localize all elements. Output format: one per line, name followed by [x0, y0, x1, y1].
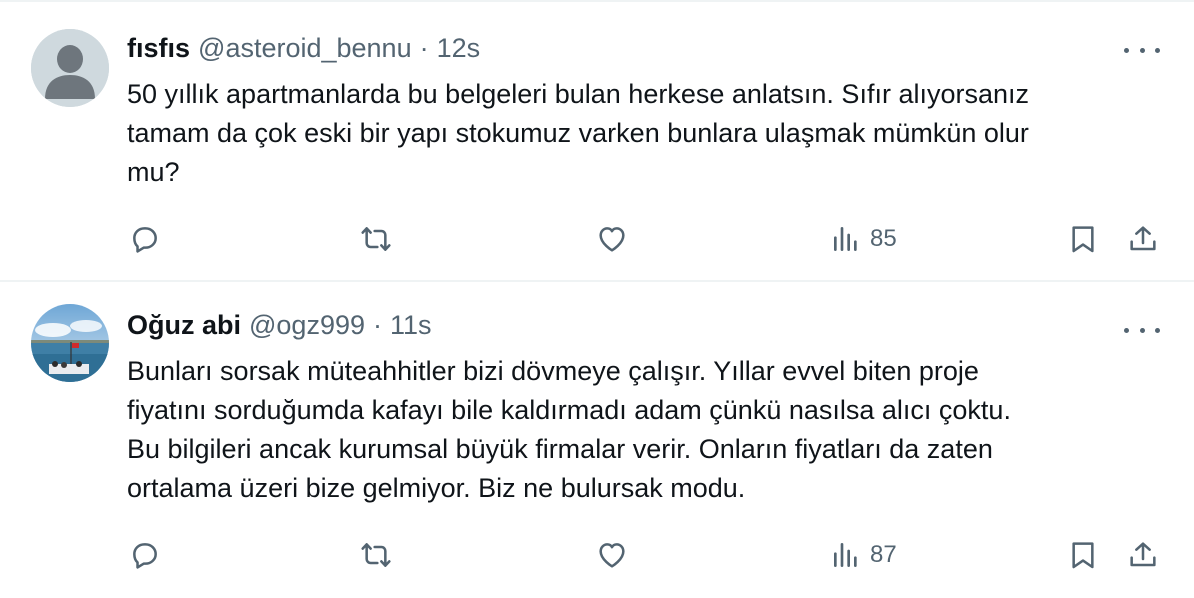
retweet-icon [361, 543, 391, 567]
separator: · [419, 33, 429, 63]
tweet-text: 50 yıllık apartmanlarda bu belgeleri bul… [127, 79, 1029, 187]
timestamp[interactable]: 12s [437, 33, 481, 64]
reply-icon [133, 227, 157, 253]
views-count: 87 [870, 541, 897, 568]
share-icon [1130, 542, 1156, 567]
retweet-icon [361, 227, 391, 251]
views-button[interactable]: 87 [830, 535, 897, 575]
avatar[interactable] [31, 29, 109, 107]
share-button[interactable] [1127, 535, 1159, 575]
like-icon [599, 543, 625, 568]
views-count: 85 [870, 225, 897, 252]
tweet[interactable]: Oğuz abi @ogz999 · 11s Bunları sorsak mü… [0, 282, 1194, 598]
share-button[interactable] [1127, 219, 1159, 259]
user-handle[interactable]: @ogz999 [249, 310, 365, 341]
tweet-actions: 85 [0, 219, 1194, 259]
like-button[interactable] [596, 219, 628, 259]
tweet-actions: 87 [0, 535, 1194, 575]
tweet-header: Oğuz abi @ogz999 · 11s [127, 310, 432, 341]
tweet-header: fısfıs @asteroid_bennu · 12s [127, 33, 480, 64]
reply-button[interactable] [129, 219, 161, 259]
views-button[interactable]: 85 [830, 219, 897, 259]
avatar[interactable] [31, 304, 109, 382]
views-icon [834, 227, 857, 251]
display-name[interactable]: fısfıs [127, 33, 190, 64]
user-handle[interactable]: @asteroid_bennu [198, 33, 412, 64]
display-name[interactable]: Oğuz abi [127, 310, 241, 341]
bookmark-icon [1072, 226, 1094, 253]
more-icon[interactable] [1124, 320, 1160, 340]
separator: · [373, 310, 382, 340]
share-icon [1130, 226, 1156, 251]
bookmark-button[interactable] [1067, 535, 1099, 575]
like-button[interactable] [596, 535, 628, 575]
tweet-text: Bunları sorsak müteahhitler bizi dövmeye… [127, 356, 1011, 503]
retweet-button[interactable] [360, 535, 392, 575]
reply-button[interactable] [129, 535, 161, 575]
like-icon [599, 227, 625, 252]
tweet[interactable]: fısfıs @asteroid_bennu · 12s 50 yıllık a… [0, 2, 1194, 282]
sea-ferry-photo-avatar [31, 304, 109, 382]
bookmark-button[interactable] [1067, 219, 1099, 259]
default-avatar-icon [31, 29, 109, 107]
bookmark-icon [1072, 542, 1094, 569]
more-icon[interactable] [1124, 40, 1160, 60]
reply-icon [133, 543, 157, 569]
timestamp[interactable]: 11s [390, 310, 432, 341]
retweet-button[interactable] [360, 219, 392, 259]
views-icon [834, 543, 857, 567]
